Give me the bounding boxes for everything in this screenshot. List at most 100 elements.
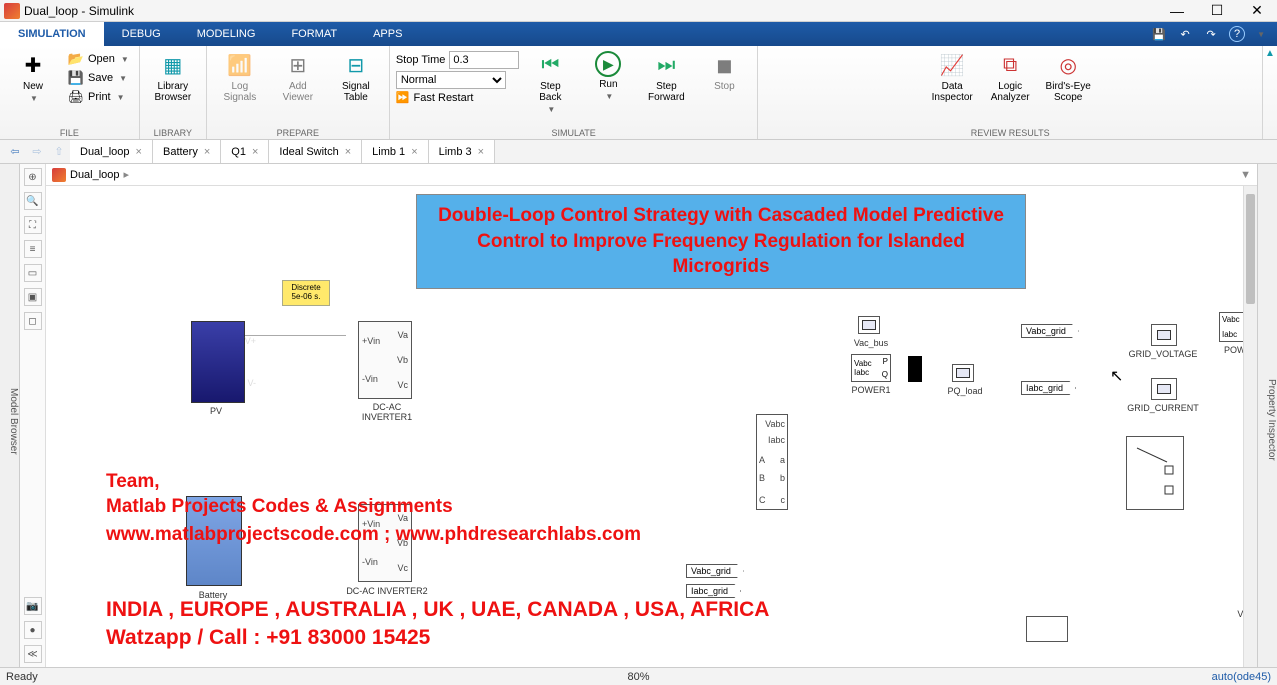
- close-tab-icon[interactable]: ×: [136, 146, 142, 158]
- inverter2-label: DC-AC INVERTER2: [342, 586, 432, 596]
- play-icon: ▶: [595, 51, 621, 77]
- breadcrumb-dropdown-icon[interactable]: ▼: [1240, 169, 1251, 181]
- window-titlebar: Dual_loop - Simulink — ☐ ✕: [0, 0, 1277, 22]
- screenshot-icon[interactable]: 📷: [24, 597, 42, 615]
- image-icon[interactable]: ▣: [24, 288, 42, 306]
- area-icon[interactable]: ▭: [24, 264, 42, 282]
- fast-restart-button[interactable]: ⏩Fast Restart: [396, 91, 520, 104]
- nav-up-icon[interactable]: ⇧: [48, 140, 70, 163]
- status-zoom[interactable]: 80%: [627, 671, 649, 683]
- model-tab-limb3[interactable]: Limb 3×: [429, 140, 495, 163]
- inverter1-block[interactable]: +Vin -Vin Va Vb Vc: [358, 321, 412, 399]
- iabc-grid-from[interactable]: Iabc_grid: [1021, 381, 1076, 395]
- table-icon: ⊟: [342, 51, 370, 79]
- print-button[interactable]: 🖨Print▼: [64, 88, 133, 106]
- close-tab-icon[interactable]: ×: [411, 146, 417, 158]
- tab-simulation[interactable]: SIMULATION: [0, 22, 104, 46]
- pv-block[interactable]: V+ V-: [191, 321, 245, 403]
- close-button[interactable]: ✕: [1237, 0, 1277, 22]
- breadcrumb-root[interactable]: Dual_loop: [70, 169, 120, 181]
- fit-to-view-icon[interactable]: ⛶: [24, 216, 42, 234]
- log-signals-button[interactable]: 📶 Log Signals: [213, 48, 267, 106]
- status-solver[interactable]: auto(ode45): [1212, 671, 1271, 683]
- stop-button[interactable]: ◼ Stop: [697, 48, 751, 95]
- overlay-line2: www.matlabprojectscode.com ; www.phdrese…: [106, 524, 641, 546]
- model-browser-panel[interactable]: Model Browser: [0, 164, 20, 667]
- tab-format[interactable]: FORMAT: [273, 22, 355, 46]
- model-tab-q1[interactable]: Q1×: [221, 140, 269, 163]
- iabc-grid-from2[interactable]: Iabc_grid: [686, 584, 741, 598]
- powergui-block[interactable]: Discrete 5e-06 s.: [282, 280, 330, 306]
- tab-apps[interactable]: APPS: [355, 22, 420, 46]
- close-tab-icon[interactable]: ×: [478, 146, 484, 158]
- model-canvas[interactable]: Double-Loop Control Strategy with Cascad…: [46, 186, 1257, 667]
- ribbon-collapse-icon[interactable]: ▲: [1263, 46, 1277, 139]
- close-tab-icon[interactable]: ×: [204, 146, 210, 158]
- save-button[interactable]: 💾Save▼: [64, 69, 133, 87]
- overlay-line1: Matlab Projects Codes & Assignments: [106, 496, 453, 518]
- property-inspector-panel[interactable]: Property Inspector: [1257, 164, 1277, 667]
- stoptime-input[interactable]: [449, 51, 519, 69]
- zoom-icon[interactable]: 🔍: [24, 192, 42, 210]
- step-forward-button[interactable]: ⏭ Step Forward: [639, 48, 693, 106]
- status-bar: Ready 80% auto(ode45): [0, 667, 1277, 685]
- stoptime-label: Stop Time: [396, 54, 446, 66]
- nav-back-icon[interactable]: ⇦: [4, 140, 26, 163]
- grid-current-scope[interactable]: [1151, 378, 1177, 400]
- record-icon[interactable]: ●: [24, 621, 42, 639]
- vabc-grid-from2[interactable]: Vabc_grid: [686, 564, 744, 578]
- power1-block[interactable]: Vabc Iabc P Q: [851, 354, 891, 382]
- save-icon[interactable]: 💾: [1151, 26, 1167, 42]
- redo-icon[interactable]: ↷: [1203, 26, 1219, 42]
- bus-measure-block[interactable]: Vabc Iabc a b c A B C: [756, 414, 788, 510]
- maximize-button[interactable]: ☐: [1197, 0, 1237, 22]
- model-tab-dual-loop[interactable]: Dual_loop×: [70, 140, 153, 163]
- model-tab-battery[interactable]: Battery×: [153, 140, 221, 163]
- library-icon: ▦: [159, 51, 187, 79]
- close-tab-icon[interactable]: ×: [345, 146, 351, 158]
- step-back-icon: ⏮: [536, 51, 564, 79]
- inverter1-label: DC-AC INVERTER1: [342, 402, 432, 422]
- nav-forward-icon[interactable]: ⇨: [26, 140, 48, 163]
- tab-debug[interactable]: DEBUG: [104, 22, 179, 46]
- run-button[interactable]: ▶ Run▼: [581, 48, 635, 104]
- add-viewer-button[interactable]: ⊞ Add Viewer: [271, 48, 325, 106]
- grid-voltage-scope[interactable]: [1151, 324, 1177, 346]
- model-tab-limb1[interactable]: Limb 1×: [362, 140, 428, 163]
- minimize-button[interactable]: —: [1157, 0, 1197, 22]
- birds-eye-button[interactable]: ◎ Bird's-Eye Scope: [1041, 48, 1095, 106]
- vabc-grid-from[interactable]: Vabc_grid: [1021, 324, 1079, 338]
- library-browser-button[interactable]: ▦ Library Browser: [146, 48, 200, 106]
- tab-modeling[interactable]: MODELING: [179, 22, 274, 46]
- mask-icon[interactable]: ◻: [24, 312, 42, 330]
- data-inspector-button[interactable]: 📈 Data Inspector: [925, 48, 979, 106]
- grid-current-label: GRID_CURRENT: [1118, 403, 1208, 413]
- vac-bus-scope[interactable]: [858, 316, 880, 334]
- birds-eye-icon: ◎: [1054, 51, 1082, 79]
- qat-dropdown-icon[interactable]: ▼: [1257, 30, 1265, 39]
- breaker-block[interactable]: [1126, 436, 1184, 510]
- overlay-line4: Watzapp / Call : +91 83000 15425: [106, 626, 430, 650]
- undo-icon[interactable]: ↶: [1177, 26, 1193, 42]
- terminator-block[interactable]: [908, 356, 922, 382]
- help-icon[interactable]: ?: [1229, 26, 1245, 42]
- logic-analyzer-button[interactable]: ⧉ Logic Analyzer: [983, 48, 1037, 106]
- data-inspector-icon: 📈: [938, 51, 966, 79]
- zoom-fit-icon[interactable]: ⊕: [24, 168, 42, 186]
- close-tab-icon[interactable]: ×: [252, 146, 258, 158]
- breadcrumb: Dual_loop ▸ ▼: [46, 164, 1257, 186]
- pq-load-scope[interactable]: [952, 364, 974, 382]
- more-icon[interactable]: ≪: [24, 645, 42, 663]
- model-tab-ideal-switch[interactable]: Ideal Switch×: [269, 140, 362, 163]
- status-ready: Ready: [6, 671, 38, 683]
- open-button[interactable]: 📂Open▼: [64, 50, 133, 68]
- signal-table-button[interactable]: ⊟ Signal Table: [329, 48, 383, 106]
- save-icon: 💾: [68, 70, 84, 86]
- partial-block[interactable]: [1026, 616, 1068, 642]
- new-button[interactable]: ✚ New ▼: [6, 48, 60, 106]
- title-annotation[interactable]: Double-Loop Control Strategy with Cascad…: [416, 194, 1026, 289]
- step-back-button[interactable]: ⏮ Step Back▼: [523, 48, 577, 117]
- vertical-scrollbar[interactable]: [1243, 186, 1257, 667]
- sim-mode-select[interactable]: Normal: [396, 71, 506, 89]
- annotation-icon[interactable]: ≡: [24, 240, 42, 258]
